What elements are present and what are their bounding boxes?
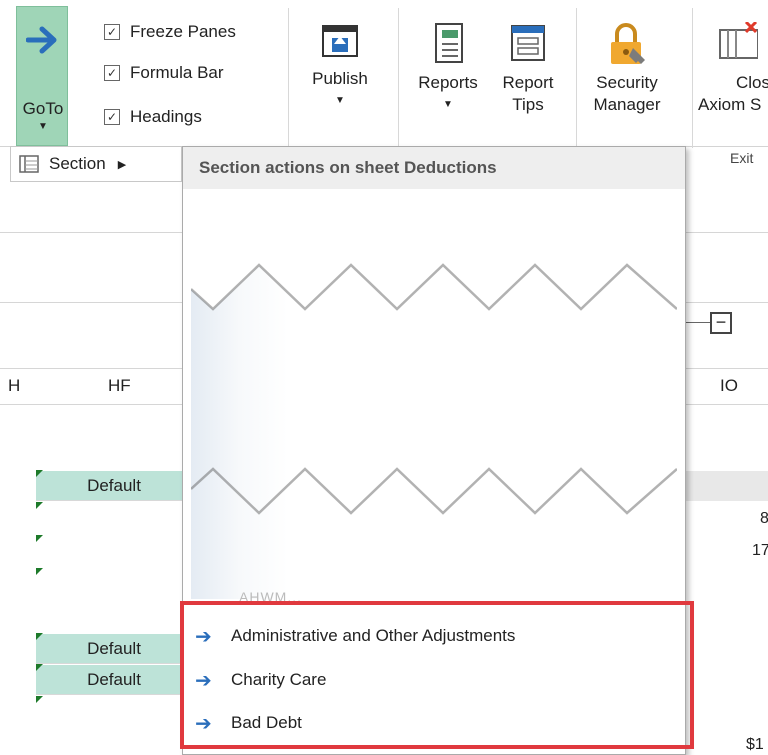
publish-icon	[322, 25, 358, 57]
menu-header: Section actions on sheet Deductions	[183, 147, 685, 189]
formula-bar-label: Formula Bar	[130, 63, 224, 82]
security-manager-button[interactable]: Security Manager	[584, 22, 670, 116]
reports-icon	[435, 23, 463, 63]
column-header-hf: HF	[108, 376, 131, 395]
reports-button[interactable]: Reports ▼	[410, 22, 486, 116]
comment-marker-icon	[36, 470, 43, 477]
column-header-h: H	[8, 376, 21, 395]
outline-line	[686, 322, 710, 323]
chevron-right-icon: ▶	[117, 158, 127, 171]
report-tips-icon	[511, 25, 545, 61]
close-axiom-button[interactable]: Close Axiom S	[698, 20, 768, 116]
lock-icon	[611, 23, 645, 64]
sheet-value: $1	[746, 736, 764, 753]
report-tips-label-2: Tips	[512, 95, 544, 114]
default-cell[interactable]: Default	[36, 471, 182, 501]
highlight-box	[180, 601, 694, 749]
formula-bar-checkbox[interactable]: ✓ Formula Bar	[104, 63, 224, 83]
chevron-down-icon: ▼	[443, 99, 453, 110]
checkbox-check-icon: ✓	[104, 109, 120, 125]
chevron-down-icon: ▼	[38, 121, 48, 132]
report-tips-label-1: Report	[502, 73, 554, 92]
comment-marker-icon	[36, 696, 43, 703]
row-band	[686, 471, 768, 501]
exit-group-label: Exit	[730, 150, 754, 166]
ribbon-divider	[288, 8, 289, 148]
ribbon: GoTo ▼ ✓ Freeze Panes ✓ Formula Bar ✓ He…	[0, 0, 768, 166]
comment-marker-icon	[36, 633, 43, 640]
headings-checkbox[interactable]: ✓ Headings	[104, 107, 202, 127]
section-label: Section	[49, 154, 106, 173]
arrow-right-icon	[26, 26, 57, 54]
close-label-2: Axiom S	[698, 95, 762, 114]
sheet-value: 8	[760, 510, 768, 527]
ribbon-divider	[576, 8, 577, 148]
ribbon-divider	[692, 8, 693, 148]
column-header-io: IO	[720, 376, 738, 395]
headings-label: Headings	[130, 107, 202, 126]
default-cell[interactable]: Default	[36, 665, 182, 695]
ribbon-divider	[398, 8, 399, 148]
close-label-1: Close	[736, 73, 768, 92]
publish-label: Publish	[312, 69, 368, 88]
chevron-down-icon: ▼	[335, 95, 345, 106]
checkbox-check-icon: ✓	[104, 24, 120, 40]
comment-marker-icon	[36, 535, 43, 542]
report-tips-button[interactable]: Report Tips	[492, 22, 564, 116]
sheet-value: 17	[752, 542, 768, 559]
reports-label: Reports	[418, 73, 478, 92]
freeze-panes-checkbox[interactable]: ✓ Freeze Panes	[104, 22, 236, 42]
checkbox-check-icon: ✓	[104, 65, 120, 81]
comment-marker-icon	[36, 664, 43, 671]
default-cell[interactable]: Default	[36, 634, 182, 664]
close-workbook-icon	[719, 20, 759, 59]
cropped-region	[191, 199, 677, 599]
freeze-panes-label: Freeze Panes	[130, 22, 236, 41]
section-icon	[19, 155, 39, 173]
goto-button[interactable]: GoTo ▼	[16, 6, 68, 146]
collapse-button[interactable]: −	[710, 312, 732, 334]
section-menu-item[interactable]: Section ▶	[10, 146, 182, 182]
torn-edge-icon	[191, 199, 677, 515]
goto-label: GoTo	[22, 99, 64, 118]
security-label-1: Security	[596, 73, 658, 92]
publish-button[interactable]: Publish ▼	[300, 22, 380, 112]
comment-marker-icon	[36, 568, 43, 575]
security-label-2: Manager	[593, 95, 661, 114]
comment-marker-icon	[36, 502, 43, 509]
